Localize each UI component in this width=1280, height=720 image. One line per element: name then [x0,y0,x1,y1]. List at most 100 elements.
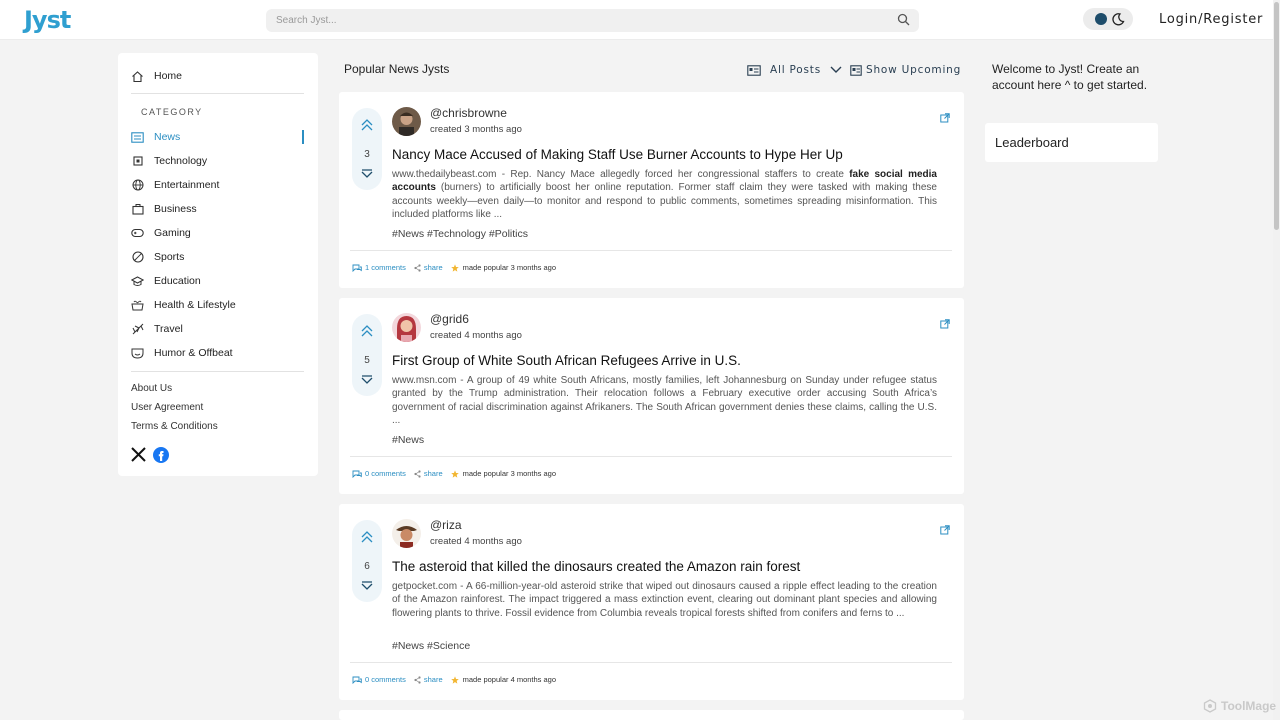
search-icon[interactable] [897,13,910,31]
about-us-link[interactable]: About Us [131,383,172,394]
post-excerpt: www.thedailybeast.com - Rep. Nancy Mace … [392,168,937,222]
posts-list-icon [747,64,761,76]
sidebar-item-business[interactable]: Business [131,199,311,219]
post-author[interactable]: @chrisbrowne [430,106,507,120]
external-link-icon[interactable] [940,110,950,128]
page-scrollbar[interactable] [1273,0,1280,720]
ball-icon [131,251,144,264]
sidebar-item-health-lifestyle[interactable]: Health & Lifestyle [131,295,311,315]
vote-count: 3 [364,149,370,160]
comments-link[interactable]: 0 comments [352,675,406,684]
sidebar-item-home[interactable]: Home [131,66,311,86]
share-icon [414,675,421,684]
post-excerpt: getpocket.com - A 66-million-year-old as… [392,580,937,620]
post-title[interactable]: Nancy Mace Accused of Making Staff Use B… [392,147,843,162]
user-agreement-link[interactable]: User Agreement [131,402,203,413]
active-indicator [302,130,304,144]
chevron-down-icon [830,66,842,74]
popular-status: made popular 3 months ago [450,263,556,272]
category-heading: CATEGORY [141,107,203,117]
sidebar-item-news[interactable]: News [131,127,311,147]
comments-link[interactable]: 1 comments [352,263,406,272]
sidebar-item-label: News [154,131,181,143]
search-bar[interactable] [266,9,919,32]
watermark-text: ToolMage [1221,699,1277,713]
popular-text: made popular 3 months ago [462,469,557,478]
comments-count: 0 comments [365,469,406,478]
post-title[interactable]: The asteroid that killed the dinosaurs c… [392,559,800,574]
search-input[interactable] [276,12,876,29]
terms-link[interactable]: Terms & Conditions [131,421,218,432]
sidebar-item-label: Travel [154,323,183,335]
vote-widget: 5 [352,314,382,396]
external-link-icon[interactable] [940,522,950,540]
toggle-knob [1095,13,1107,25]
post-tags[interactable]: #News [392,434,424,446]
popular-status: made popular 3 months ago [450,469,557,478]
comments-count: 0 comments [365,675,406,684]
post-tags[interactable]: #News #Science [392,640,470,652]
vote-count: 6 [364,561,370,572]
popular-status: made popular 4 months ago [450,675,556,684]
downvote-icon[interactable] [360,166,374,184]
share-button[interactable]: share [414,469,443,478]
watermark: ToolMage [1203,699,1276,713]
downvote-icon[interactable] [360,372,374,390]
share-icon [414,263,421,272]
sidebar-item-gaming[interactable]: Gaming [131,223,311,243]
post-card [339,710,964,720]
briefcase-icon [131,203,144,216]
login-register-link[interactable]: Login/Register [1159,12,1263,27]
leaderboard-panel[interactable]: Leaderboard [985,123,1158,162]
theme-toggle[interactable] [1083,8,1133,30]
avatar[interactable] [392,107,421,136]
comments-link[interactable]: 0 comments [352,469,406,478]
post-meta: 1 comments share made popular 3 months a… [352,263,556,272]
post-created-time: created 4 months ago [430,536,522,547]
card-divider [350,456,952,457]
post-author[interactable]: @riza [430,518,462,532]
show-upcoming-label: Show Upcoming [866,64,962,76]
facebook-icon[interactable] [153,447,169,468]
sidebar-item-sports[interactable]: Sports [131,247,311,267]
comments-count: 1 comments [365,263,406,272]
sidebar-item-travel[interactable]: Travel [131,319,311,339]
upvote-icon[interactable] [360,324,374,343]
upvote-icon[interactable] [360,530,374,549]
downvote-icon[interactable] [360,578,374,596]
post-card: 6 @riza created 4 months ago The asteroi… [339,504,964,700]
sidebar-item-entertainment[interactable]: Entertainment [131,175,311,195]
vote-widget: 6 [352,520,382,602]
star-icon [450,263,459,272]
sidebar-item-label: Technology [154,155,208,167]
show-upcoming-button[interactable]: Show Upcoming [850,64,961,76]
sidebar-item-humor-offbeat[interactable]: Humor & Offbeat [131,343,311,363]
sidebar-item-label: Humor & Offbeat [154,347,233,359]
sidebar-item-technology[interactable]: Technology [131,151,311,171]
share-button[interactable]: share [414,675,443,684]
excerpt-text: (burners) to artificially boost her onli… [392,182,937,221]
moon-icon [1111,12,1125,31]
share-button[interactable]: share [414,263,443,272]
avatar[interactable] [392,519,421,548]
upvote-icon[interactable] [360,118,374,137]
sidebar-item-label: Home [154,70,183,82]
page-title: Popular News Jysts [344,62,450,76]
welcome-message: Welcome to Jyst! Create an account here … [992,62,1148,92]
all-posts-label: All Posts [770,64,821,76]
all-posts-dropdown[interactable]: All Posts [747,64,842,76]
sidebar-item-education[interactable]: Education [131,271,311,291]
x-twitter-icon[interactable] [131,447,146,467]
scrollbar-thumb[interactable] [1274,2,1279,230]
post-author[interactable]: @grid6 [430,312,469,326]
post-title[interactable]: First Group of White South African Refug… [392,353,741,368]
left-sidebar: Home CATEGORY News Technology Entertainm… [118,53,318,476]
jyst-logo[interactable]: Jyst [24,6,71,34]
sidebar-divider [131,93,304,94]
upcoming-icon [850,64,862,76]
avatar[interactable] [392,313,421,342]
vote-widget: 3 [352,108,382,190]
post-excerpt: www.msn.com - A group of 49 white South … [392,374,937,428]
external-link-icon[interactable] [940,316,950,334]
post-tags[interactable]: #News #Technology #Politics [392,228,528,240]
